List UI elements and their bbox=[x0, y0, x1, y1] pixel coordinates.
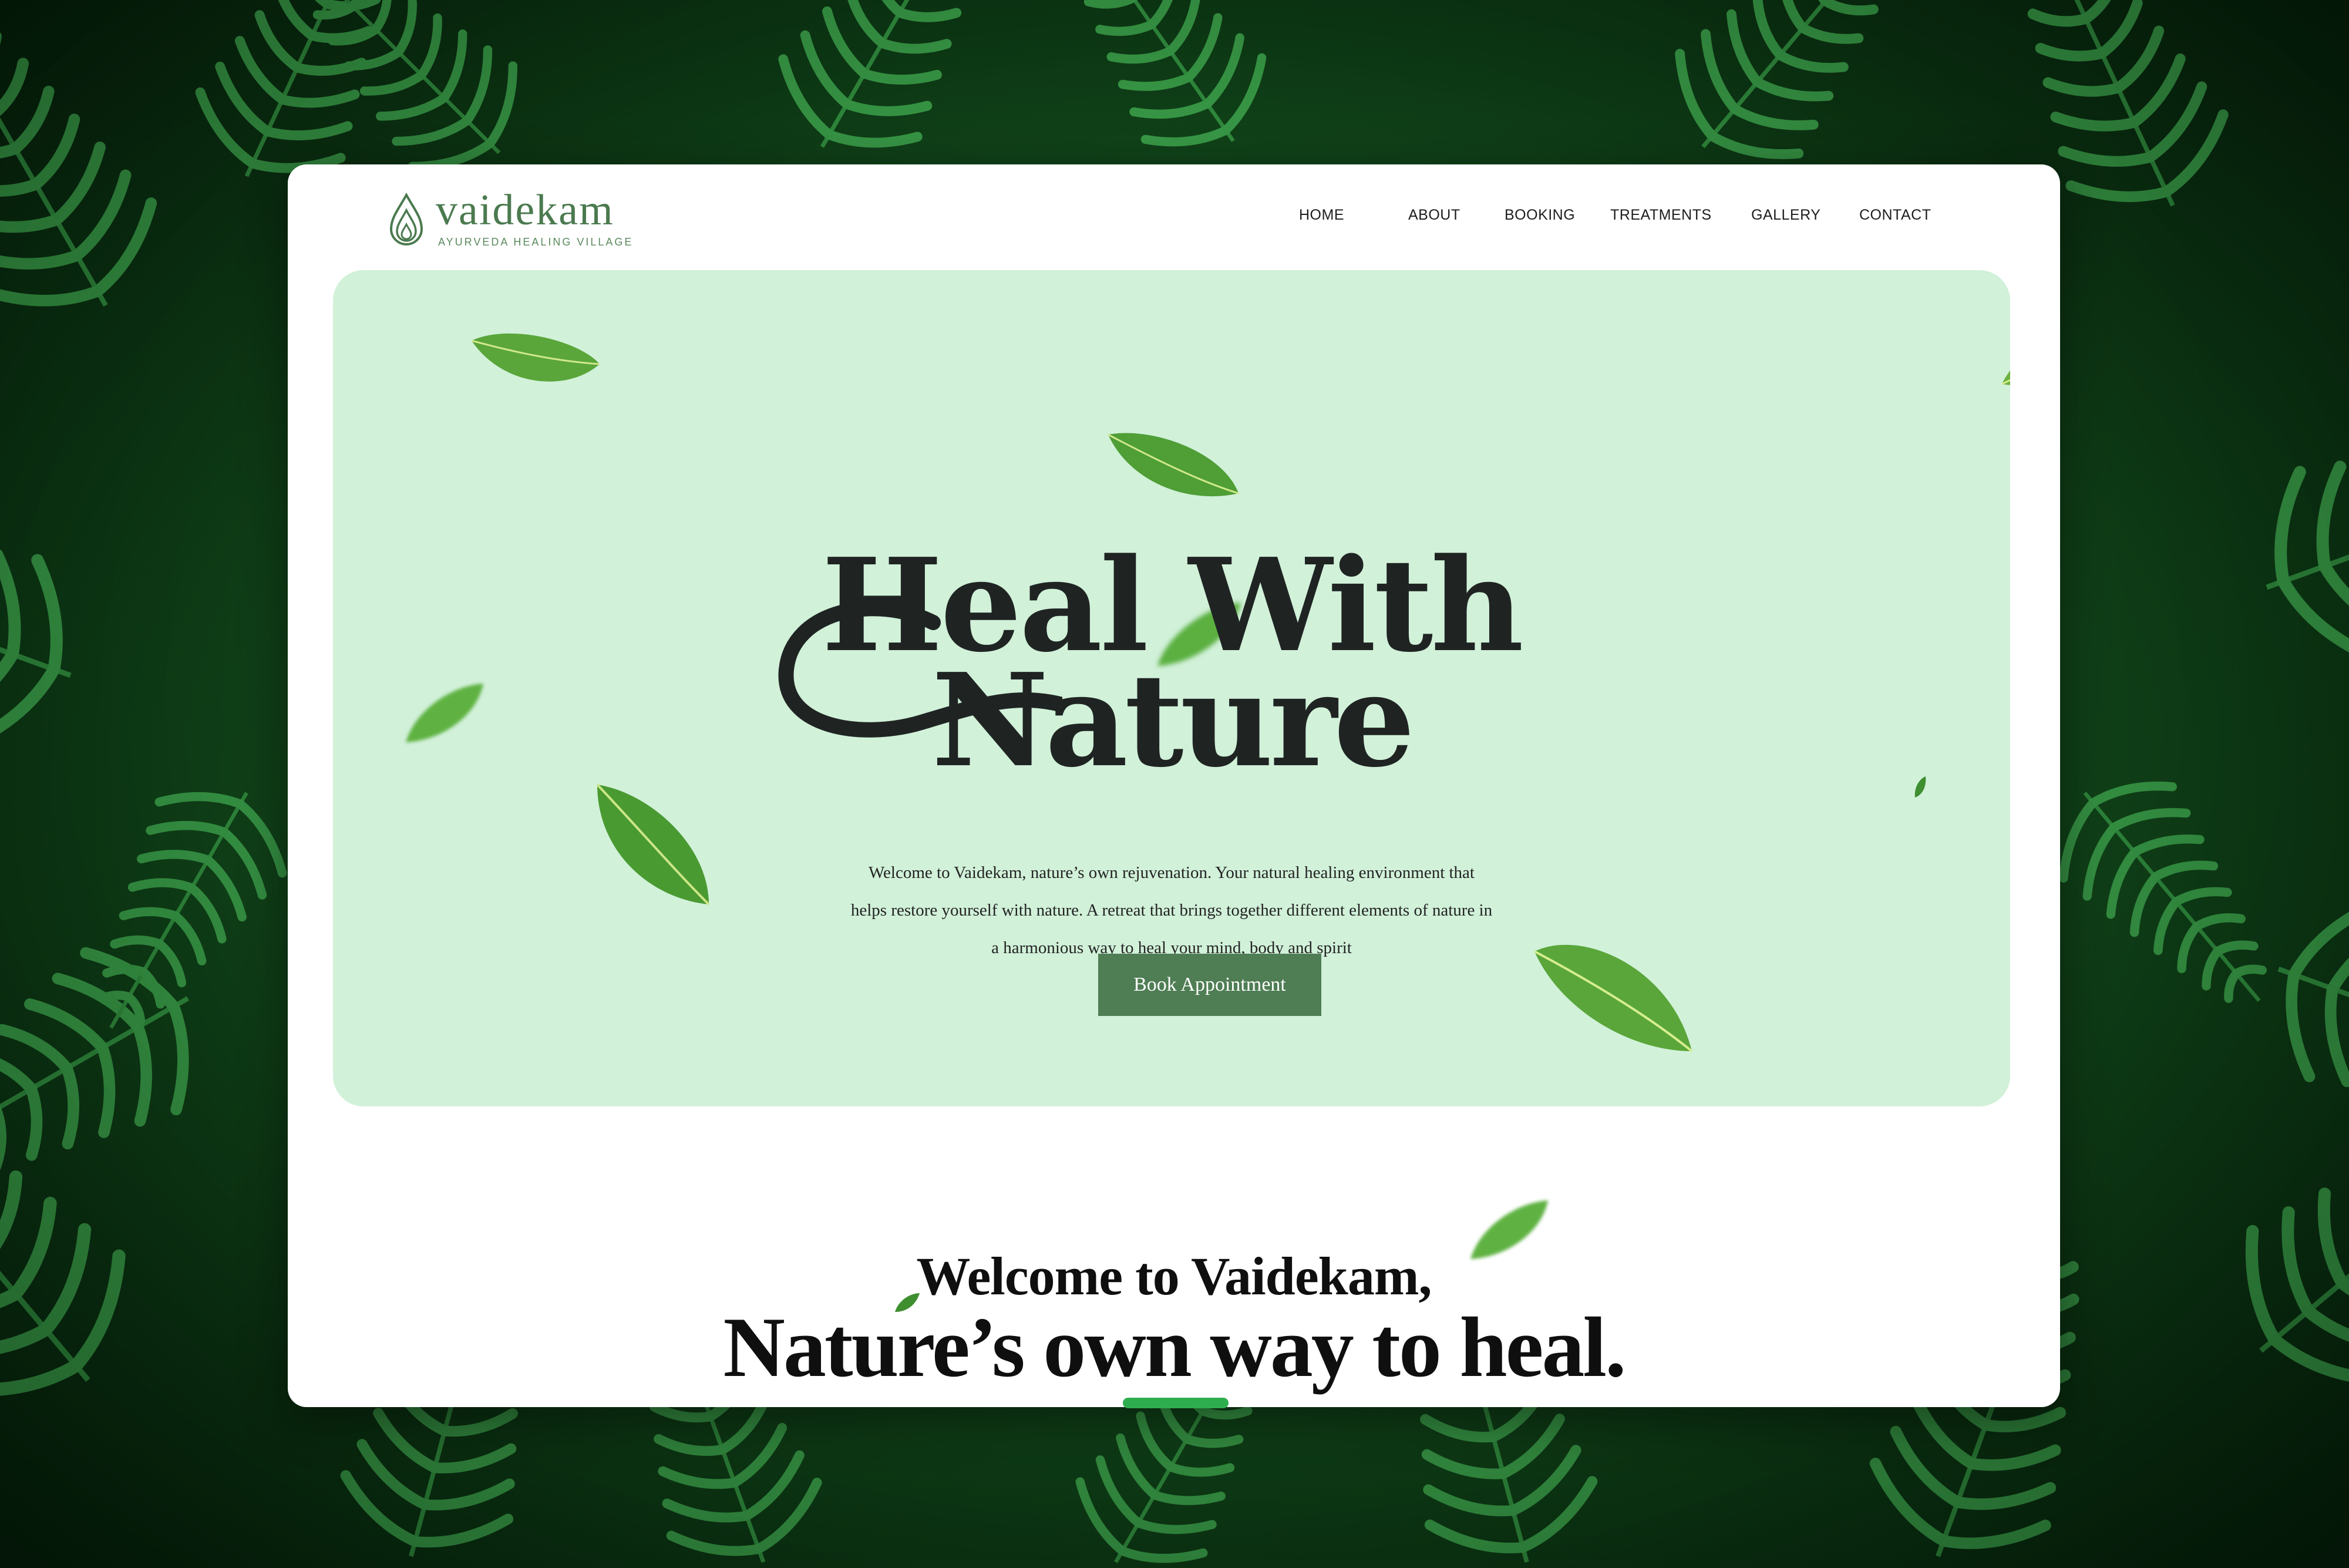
welcome-subheading: Nature’s own way to heal. bbox=[723, 1300, 1627, 1395]
main-nav: HOME ABOUT BOOKING TREATMENTS GALLERY CO… bbox=[288, 207, 2060, 230]
leaf-icon bbox=[1108, 433, 1239, 497]
leaf-icon bbox=[596, 783, 710, 906]
brand-tagline: AYURVEDA HEALING VILLAGE bbox=[438, 236, 634, 248]
nav-contact[interactable]: CONTACT bbox=[1859, 207, 1931, 224]
leaf-icon bbox=[471, 333, 600, 382]
scroll-indicator[interactable] bbox=[1123, 1398, 1229, 1408]
book-appointment-button[interactable]: Book Appointment bbox=[1098, 954, 1321, 1016]
hero-description-line1: Welcome to Vaidekam, nature’s own rejuve… bbox=[868, 863, 1475, 882]
hero-description-line2: helps restore yourself with nature. A re… bbox=[850, 901, 1493, 920]
nav-about[interactable]: ABOUT bbox=[1408, 207, 1460, 224]
nav-home[interactable]: HOME bbox=[1299, 207, 1344, 224]
nav-booking[interactable]: BOOKING bbox=[1505, 207, 1575, 224]
hero-title-line2: Nature bbox=[931, 645, 1415, 796]
nav-gallery[interactable]: GALLERY bbox=[1751, 207, 1820, 224]
website-card: vaidekam AYURVEDA HEALING VILLAGE HOME A… bbox=[288, 164, 2060, 1407]
leaf-icon bbox=[2001, 370, 2010, 385]
nav-treatments[interactable]: TREATMENTS bbox=[1610, 207, 1712, 224]
hero-section: Heal With Nature Welcome to Vaidekam, na… bbox=[333, 270, 2010, 1106]
